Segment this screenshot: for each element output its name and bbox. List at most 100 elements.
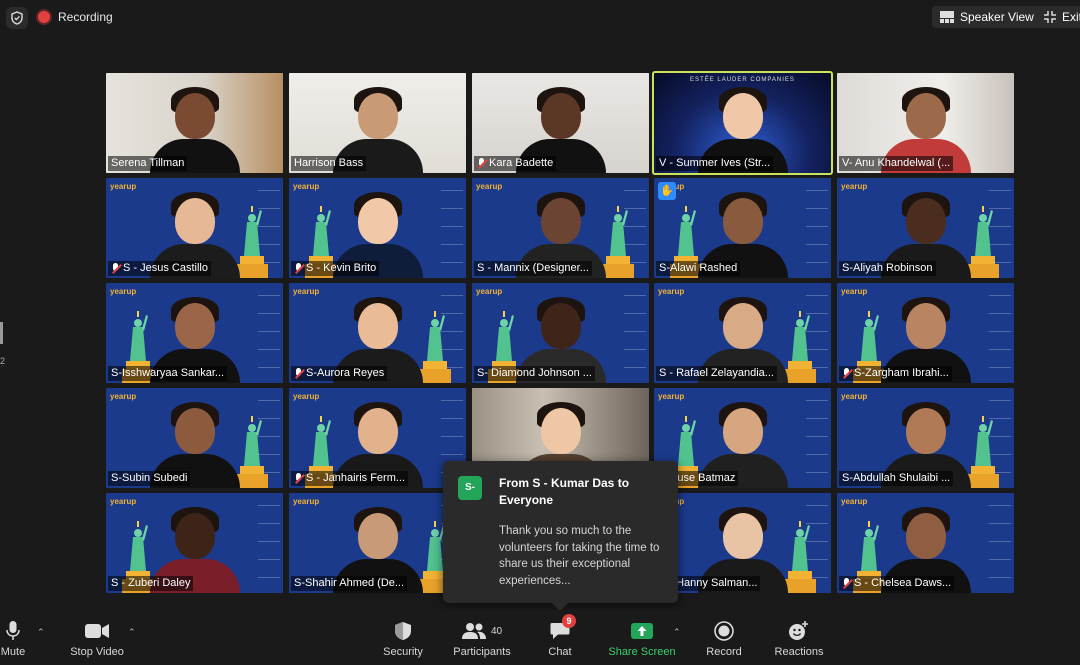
participant-tile[interactable]: yearupS - Hanny Salman... bbox=[654, 493, 831, 593]
participant-name: S- Diamond Johnson ... bbox=[477, 367, 592, 379]
yearup-logo: yearup bbox=[293, 392, 320, 401]
yearup-logo: yearup bbox=[293, 497, 320, 506]
chat-label: Chat bbox=[548, 646, 572, 658]
video-options-caret-icon[interactable]: ⌃ bbox=[128, 627, 136, 638]
participant-tile[interactable]: yearup S-Aliyah Robinson bbox=[837, 178, 1014, 278]
yearup-logo: yearup bbox=[841, 182, 868, 191]
share-screen-button[interactable]: Share Screen bbox=[608, 620, 676, 658]
cube-pattern-decoration bbox=[989, 289, 1011, 379]
participant-name: S - Mannix (Designer... bbox=[477, 262, 589, 274]
participant-tile[interactable]: Kara Badette bbox=[472, 73, 649, 173]
share-screen-label: Share Screen bbox=[608, 646, 676, 658]
participant-tile[interactable]: yearup S-Isshwaryaa Sankar... bbox=[106, 283, 283, 383]
recording-indicator[interactable]: Recording bbox=[38, 10, 113, 24]
side-scroll-handle[interactable] bbox=[0, 322, 3, 344]
yearup-logo: yearup bbox=[658, 392, 685, 401]
participant-name: Kara Badette bbox=[489, 157, 554, 169]
yearup-logo: yearup bbox=[841, 287, 868, 296]
participant-name-label: V - Summer Ives (Str... bbox=[656, 156, 774, 171]
side-page-number: 2 bbox=[0, 356, 6, 366]
participant-tile[interactable]: yearup S-Shahir Ahmed (De... bbox=[289, 493, 466, 593]
participant-tile[interactable]: yearup S - Jesus Castillo bbox=[106, 178, 283, 278]
security-button[interactable]: Security bbox=[380, 620, 426, 658]
yearup-logo: yearup bbox=[110, 392, 137, 401]
participant-tile[interactable]: yearup S-Abdullah Shulaibi ... bbox=[837, 388, 1014, 488]
stop-video-button[interactable]: Stop Video bbox=[66, 620, 128, 658]
participant-tile[interactable]: yearup✋S-Alawi Rashed bbox=[654, 178, 831, 278]
participant-name-label: Serena Tillman bbox=[108, 156, 188, 171]
yearup-logo: yearup bbox=[110, 497, 137, 506]
participant-name: V - Summer Ives (Str... bbox=[659, 157, 771, 169]
participants-icon bbox=[461, 623, 486, 639]
participant-tile[interactable]: V- Anu Khandelwal (... bbox=[837, 73, 1014, 173]
participant-tile[interactable]: yearup S - Rafael Zelayandia... bbox=[654, 283, 831, 383]
muted-microphone-icon bbox=[842, 368, 851, 379]
participants-count: 40 bbox=[490, 625, 503, 637]
grid-icon bbox=[940, 11, 954, 23]
mute-options-caret-icon[interactable]: ⌃ bbox=[37, 627, 45, 638]
participant-tile[interactable]: yearup S - Kevin Brito bbox=[289, 178, 466, 278]
participant-name-label: S - Chelsea Daws... bbox=[839, 576, 955, 591]
share-screen-icon bbox=[631, 623, 653, 639]
muted-microphone-icon bbox=[294, 263, 303, 274]
yearup-logo: yearup bbox=[658, 287, 685, 296]
cube-pattern-decoration bbox=[624, 289, 646, 379]
yearup-logo: yearup bbox=[841, 392, 868, 401]
participant-name-label: S-Isshwaryaa Sankar... bbox=[108, 366, 228, 381]
participant-name-label: S-Alawi Rashed bbox=[656, 261, 741, 276]
speaker-view-label: Speaker View bbox=[960, 10, 1034, 24]
yearup-logo: yearup bbox=[841, 497, 868, 506]
share-options-caret-icon[interactable]: ⌃ bbox=[673, 627, 681, 638]
chat-button[interactable]: 9 Chat bbox=[546, 614, 576, 658]
participant-tile[interactable]: yearup S - Janhairis Ferm... bbox=[289, 388, 466, 488]
participant-tile[interactable]: ESTĒE LAUDER COMPANIES V - Summer Ives (S… bbox=[652, 71, 833, 175]
cube-pattern-decoration bbox=[258, 289, 280, 379]
participant-tile[interactable]: yearup S - Chelsea Daws... bbox=[837, 493, 1014, 593]
participant-name-label: V- Anu Khandelwal (... bbox=[839, 156, 954, 171]
participant-name: Harrison Bass bbox=[294, 157, 364, 169]
participant-name-label: S-Shahir Ahmed (De... bbox=[291, 576, 408, 591]
mute-button[interactable]: Mute bbox=[0, 620, 26, 658]
cube-pattern-decoration bbox=[806, 184, 828, 274]
chat-notification[interactable]: S- From S - Kumar Das to Everyone Thank … bbox=[443, 461, 678, 611]
record-label: Record bbox=[706, 646, 742, 658]
participant-name: S-Abdullah Shulaibi ... bbox=[842, 472, 951, 484]
participant-tile[interactable]: yearup S-Buse Batmaz bbox=[654, 388, 831, 488]
raised-hand-icon: ✋ bbox=[658, 182, 676, 200]
participant-name-label: S - Mannix (Designer... bbox=[474, 261, 592, 276]
recording-label: Recording bbox=[58, 10, 113, 24]
participant-tile[interactable]: Harrison Bass bbox=[289, 73, 466, 173]
participant-name: S-Aliyah Robinson bbox=[842, 262, 933, 274]
chat-sender-avatar: S- bbox=[458, 476, 482, 500]
yearup-logo: yearup bbox=[110, 182, 137, 191]
record-button[interactable]: Record bbox=[704, 620, 744, 658]
participant-name: S - Jesus Castillo bbox=[123, 262, 208, 274]
reactions-label: Reactions bbox=[774, 646, 824, 658]
participant-name-label: S - Kevin Brito bbox=[291, 261, 380, 276]
participant-tile[interactable]: yearup S-Subin Subedi bbox=[106, 388, 283, 488]
stop-video-label: Stop Video bbox=[70, 646, 124, 658]
speaker-view-button[interactable]: Speaker View bbox=[932, 6, 1042, 28]
exit-fullscreen-icon bbox=[1044, 11, 1056, 23]
reactions-button[interactable]: Reactions bbox=[772, 620, 826, 658]
participant-tile[interactable]: yearup S-Aurora Reyes bbox=[289, 283, 466, 383]
participant-name: S - Kevin Brito bbox=[306, 262, 377, 274]
participant-tile[interactable]: Serena Tillman bbox=[106, 73, 283, 173]
participants-button[interactable]: 40 Participants bbox=[450, 620, 514, 658]
participant-name: S-Aurora Reyes bbox=[306, 367, 385, 379]
shield-icon[interactable] bbox=[6, 7, 28, 29]
participant-tile[interactable]: yearup S - Zuberi Daley bbox=[106, 493, 283, 593]
security-shield-icon bbox=[395, 622, 411, 640]
muted-microphone-icon bbox=[111, 263, 120, 274]
participant-tile[interactable]: yearup S- Diamond Johnson ... bbox=[472, 283, 649, 383]
participant-name-label: S - Janhairis Ferm... bbox=[291, 471, 409, 486]
participant-name-label: S- Diamond Johnson ... bbox=[474, 366, 595, 381]
participant-name-label: S-Aliyah Robinson bbox=[839, 261, 936, 276]
participant-tile[interactable]: yearup S - Mannix (Designer... bbox=[472, 178, 649, 278]
muted-microphone-icon bbox=[294, 368, 303, 379]
participant-tile[interactable]: yearup S-Zargham Ibrahi... bbox=[837, 283, 1014, 383]
exit-fullscreen-button[interactable]: Exit bbox=[1038, 6, 1080, 28]
chat-notification-title: From S - Kumar Das to Everyone bbox=[499, 476, 630, 507]
participant-name-label: S-Abdullah Shulaibi ... bbox=[839, 471, 954, 486]
chat-notification-message: Thank you so much to the volunteers for … bbox=[499, 525, 660, 587]
